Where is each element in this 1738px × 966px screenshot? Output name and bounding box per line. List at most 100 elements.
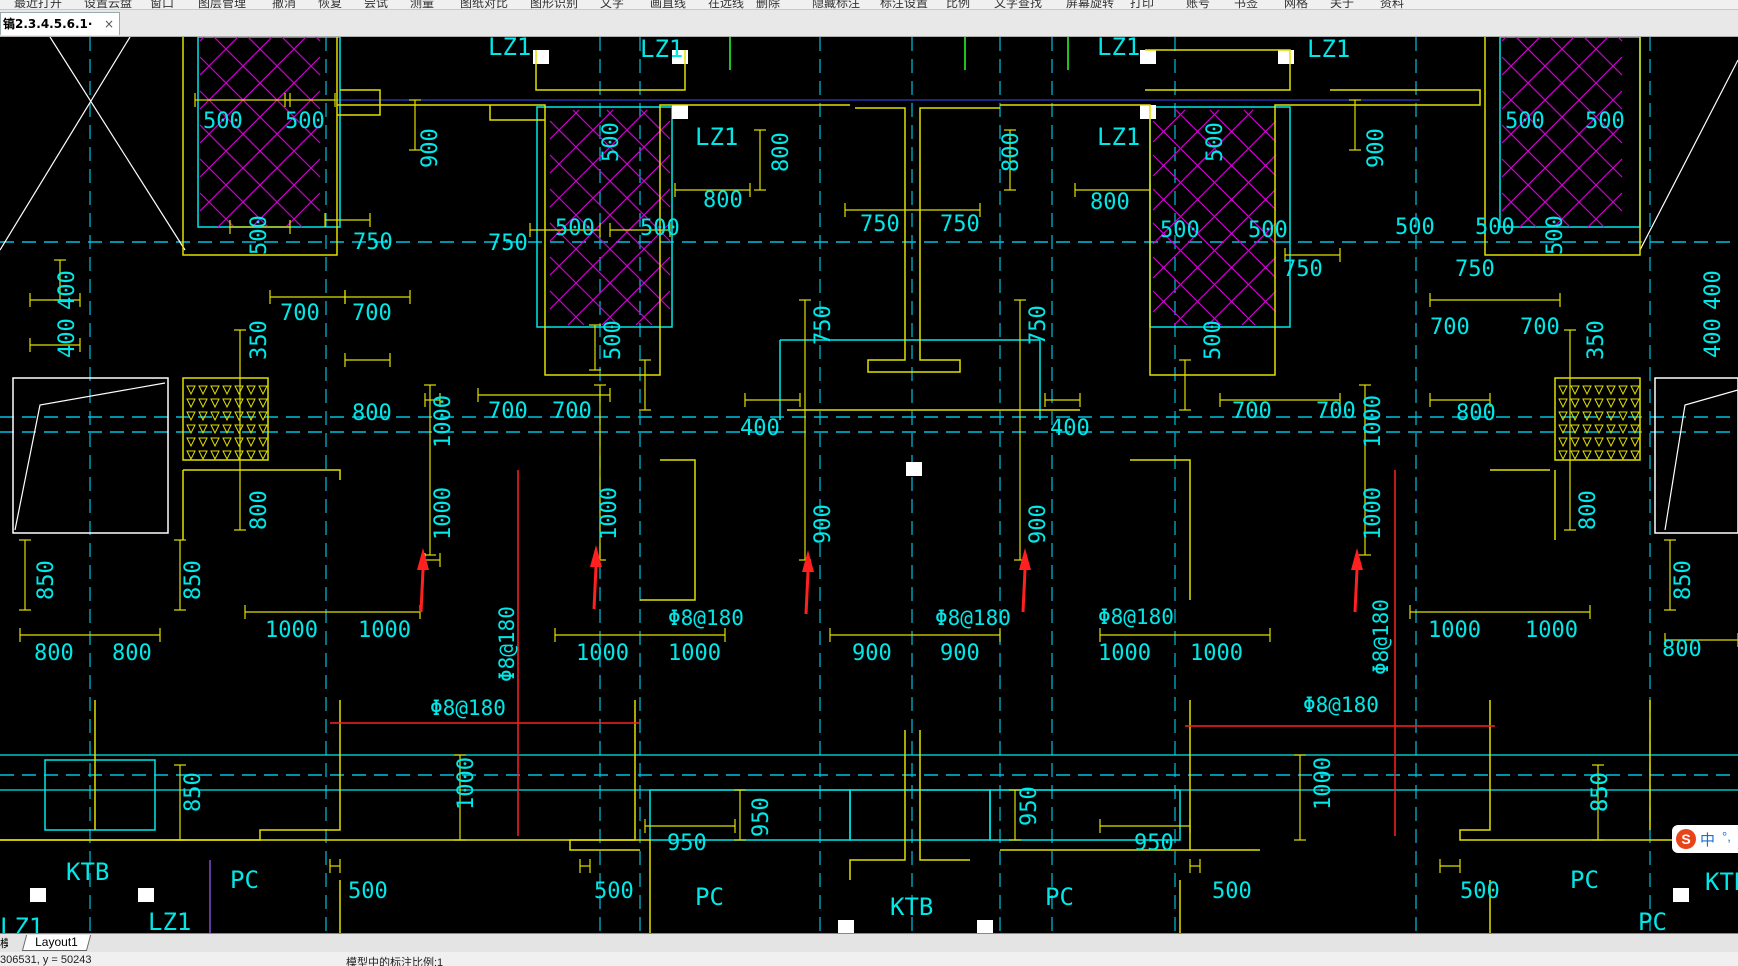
menu-item[interactable]: 删除 bbox=[756, 0, 780, 9]
menu-item[interactable]: 设置云盘 bbox=[84, 0, 132, 9]
menu-item[interactable]: 网格 bbox=[1284, 0, 1308, 9]
menu-item[interactable]: 账号 bbox=[1186, 0, 1210, 9]
annotation-scale-status: 模型中的标注比例:1 bbox=[346, 957, 444, 966]
cross-symbol bbox=[49, 36, 186, 251]
dimension-text: 900 bbox=[418, 128, 443, 168]
triangle-mark bbox=[198, 411, 208, 422]
menu-item[interactable]: 图层管理 bbox=[198, 0, 246, 9]
dimension-text: 1000 bbox=[454, 757, 479, 810]
menu-item[interactable]: 测量 bbox=[410, 0, 434, 9]
red-arrow-marker bbox=[1351, 548, 1363, 570]
dimension-text: 500 bbox=[640, 216, 680, 241]
red-arrow-marker bbox=[1021, 569, 1027, 613]
hatch-line bbox=[217, 124, 321, 228]
dimension-text: 800 bbox=[34, 641, 74, 666]
layout-tab-bar: 模型 Layout1 bbox=[0, 933, 1738, 952]
document-tab-bar: 镐2.3.4.5.6.1· × bbox=[0, 10, 1738, 37]
structural-label: PC bbox=[1570, 866, 1599, 894]
menu-item[interactable]: 标注设置 bbox=[880, 0, 928, 9]
ime-toolbar[interactable]: S 中 °, bbox=[1672, 825, 1738, 853]
dimension-text: 400 bbox=[1701, 270, 1726, 310]
column-marker bbox=[906, 462, 922, 476]
rebar-spec-label: Φ8@180 bbox=[1303, 693, 1379, 717]
dimension-text: 500 bbox=[555, 216, 595, 241]
triangle-mark bbox=[258, 411, 268, 422]
column-marker bbox=[1278, 50, 1294, 64]
triangle-mark bbox=[186, 385, 196, 396]
dimension-text: 1000 bbox=[1428, 618, 1481, 643]
triangle-mark bbox=[1606, 385, 1616, 396]
dimension-text: 500 bbox=[594, 879, 634, 904]
ime-punctuation-indicator[interactable]: °, bbox=[1722, 829, 1731, 844]
triangle-mark bbox=[1594, 437, 1604, 448]
dimension-text: 700 bbox=[1430, 315, 1470, 340]
menu-item[interactable]: 撤消 bbox=[272, 0, 296, 9]
menu-item[interactable]: 比例 bbox=[946, 0, 970, 9]
dimension-text: 400 bbox=[55, 270, 80, 310]
dimension-text: 700 bbox=[488, 399, 528, 424]
menu-item[interactable]: 图纸对比 bbox=[460, 0, 508, 9]
triangle-mark bbox=[1618, 398, 1628, 409]
menu-item[interactable]: 书签 bbox=[1234, 0, 1258, 9]
dimension-text: 400 bbox=[55, 318, 80, 358]
menu-item[interactable]: 文字查找 bbox=[994, 0, 1042, 9]
dimension-text: 500 bbox=[1395, 215, 1435, 240]
dimension-text: 1000 bbox=[358, 618, 411, 643]
ime-language-indicator[interactable]: 中 bbox=[1700, 829, 1715, 850]
dimension-text: 850 bbox=[34, 560, 59, 600]
layout1-tab-label: Layout1 bbox=[35, 935, 78, 949]
triangle-mark bbox=[1630, 398, 1640, 409]
menu-item[interactable]: 在远线 bbox=[708, 0, 744, 9]
hatch-line bbox=[640, 109, 671, 140]
hatch-line bbox=[1519, 124, 1623, 228]
menu-item[interactable]: 文字 bbox=[600, 0, 624, 9]
hatch-line bbox=[635, 290, 671, 326]
dimension-text: 750 bbox=[940, 212, 980, 237]
dimension-text: 800 bbox=[247, 490, 272, 530]
triangle-mark bbox=[1570, 398, 1580, 409]
triangle-mark bbox=[234, 437, 244, 448]
dimension-text: 750 bbox=[860, 212, 900, 237]
dimension-text: 700 bbox=[552, 399, 592, 424]
hatch-line bbox=[1152, 290, 1188, 326]
cad-drawing-canvas[interactable]: LZ1 LZ1 LZ1 LZ1 LZ1 LZ1 LZ1 LZ1 KTB KTB KTB PC PC PC P… bbox=[0, 33, 1738, 941]
triangle-mark bbox=[1582, 450, 1592, 461]
menu-item[interactable]: 尝试 bbox=[364, 0, 388, 9]
wall-outline bbox=[183, 469, 341, 480]
structural-label: LZ1 bbox=[148, 908, 191, 933]
column-marker bbox=[838, 920, 854, 934]
triangle-mark bbox=[186, 411, 196, 422]
menu-item[interactable]: 关于 bbox=[1330, 0, 1354, 9]
dimension-text: 500 bbox=[1212, 879, 1252, 904]
menu-item[interactable]: 画直线 bbox=[650, 0, 686, 9]
menu-item[interactable]: 打印 bbox=[1130, 0, 1154, 9]
close-tab-icon[interactable]: × bbox=[104, 13, 114, 35]
model-tab[interactable]: 模型 bbox=[0, 935, 8, 951]
dimension-text: 500 bbox=[1475, 215, 1515, 240]
triangle-mark bbox=[1558, 398, 1568, 409]
wall-outline bbox=[1459, 700, 1738, 841]
triangle-mark bbox=[234, 398, 244, 409]
menu-item[interactable]: 隐藏标注 bbox=[812, 0, 860, 9]
structural-label: PC bbox=[695, 883, 724, 911]
menu-item[interactable]: 最近打开 bbox=[14, 0, 62, 9]
triangle-mark bbox=[1558, 385, 1568, 396]
document-tab[interactable]: 镐2.3.4.5.6.1· × bbox=[0, 12, 120, 35]
dimension-text: 750 bbox=[1283, 257, 1323, 282]
hatch-line bbox=[285, 192, 321, 228]
triangle-mark bbox=[1582, 385, 1592, 396]
menu-item[interactable]: 窗口 bbox=[150, 0, 174, 9]
dimension-text: 800 bbox=[999, 132, 1024, 172]
triangle-mark bbox=[258, 450, 268, 461]
hatch-line bbox=[549, 109, 580, 140]
layout1-tab[interactable]: Layout1 bbox=[21, 935, 91, 951]
dimension-text: 500 bbox=[348, 879, 388, 904]
menu-item[interactable]: 资料 bbox=[1380, 0, 1404, 9]
dimension-text: 950 bbox=[1017, 786, 1042, 826]
dimension-text: 500 bbox=[1585, 109, 1625, 134]
triangle-mark bbox=[1630, 411, 1640, 422]
wall-outline bbox=[640, 459, 696, 601]
menu-item[interactable]: 屏幕旋转 bbox=[1066, 0, 1114, 9]
menu-item[interactable]: 图形识别 bbox=[530, 0, 578, 9]
menu-item[interactable]: 恢复 bbox=[318, 0, 342, 9]
